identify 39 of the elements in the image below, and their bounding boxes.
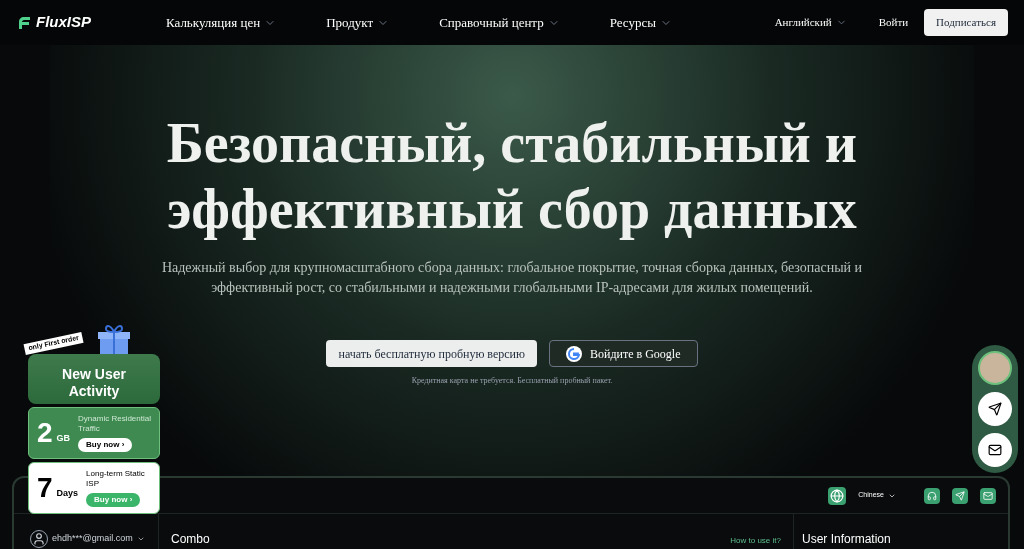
avatar-placeholder[interactable] [978, 351, 1012, 385]
hero-note: Кредитная карта не требуется. Бесплатный пробный пакет. [411, 375, 613, 387]
panel-title: User Information [802, 531, 891, 548]
offer-unit: Days [56, 487, 79, 501]
offer-card[interactable]: 7 Days Long-term Static ISP Buy now › [28, 462, 160, 514]
mail-icon [988, 443, 1002, 457]
chevron-down-icon [136, 535, 145, 543]
buy-now-button[interactable]: Buy now › [78, 438, 133, 452]
offer-card[interactable]: 2 GB Dynamic Residential Traffic Buy now › [28, 407, 160, 459]
logo-text: FluxISP [36, 12, 91, 33]
free-trial-button[interactable]: начать бесплатную пробную версию [326, 340, 537, 367]
promo-title: New User Activity [61, 366, 127, 400]
hero-subtitle: Надежный выбор для крупномасштабного сбора данных: глобальное покрытие, точная сборка данных, безопасный и эффективный рост, со стабильными и надежными глобальными IP-адресами для жилых помещений. [160, 259, 864, 297]
language-selector[interactable]: Английский [774, 14, 847, 31]
help-link[interactable]: How to use it? [730, 535, 781, 547]
offer-amount: 7 [37, 471, 53, 505]
nav-menu-item[interactable]: Ресурсы [609, 12, 672, 33]
section-title: Combo [171, 531, 210, 548]
hero-title: Безопасный, стабильный и эффективный сбор данных [165, 111, 859, 242]
send-icon[interactable] [952, 487, 968, 504]
offer-amount: 2 [37, 416, 53, 450]
login-link[interactable]: Войти [878, 14, 909, 31]
signup-button[interactable]: Подписаться [924, 9, 1008, 36]
email-button[interactable] [978, 433, 1012, 467]
globe-icon [828, 486, 847, 505]
user-account-menu[interactable]: ehdh***@gmail.com [52, 532, 145, 546]
logo-icon [16, 14, 32, 31]
nav-menu-item[interactable]: Справочный центр [439, 12, 560, 33]
nav-menu-item[interactable]: Калькуляция цен [166, 12, 277, 33]
offer-description: Dynamic Residential Traffic [78, 414, 151, 434]
support-icon[interactable] [924, 487, 940, 504]
telegram-button[interactable] [978, 392, 1012, 426]
offer-description: Long-term Static ISP [86, 469, 146, 489]
nav-menu-item[interactable]: Продукт [326, 12, 390, 33]
google-signin-button[interactable]: Войдите в Google [549, 340, 698, 367]
google-g-icon [566, 345, 582, 362]
mail-icon[interactable] [980, 487, 996, 504]
send-icon [988, 402, 1002, 416]
offer-unit: GB [56, 432, 71, 446]
